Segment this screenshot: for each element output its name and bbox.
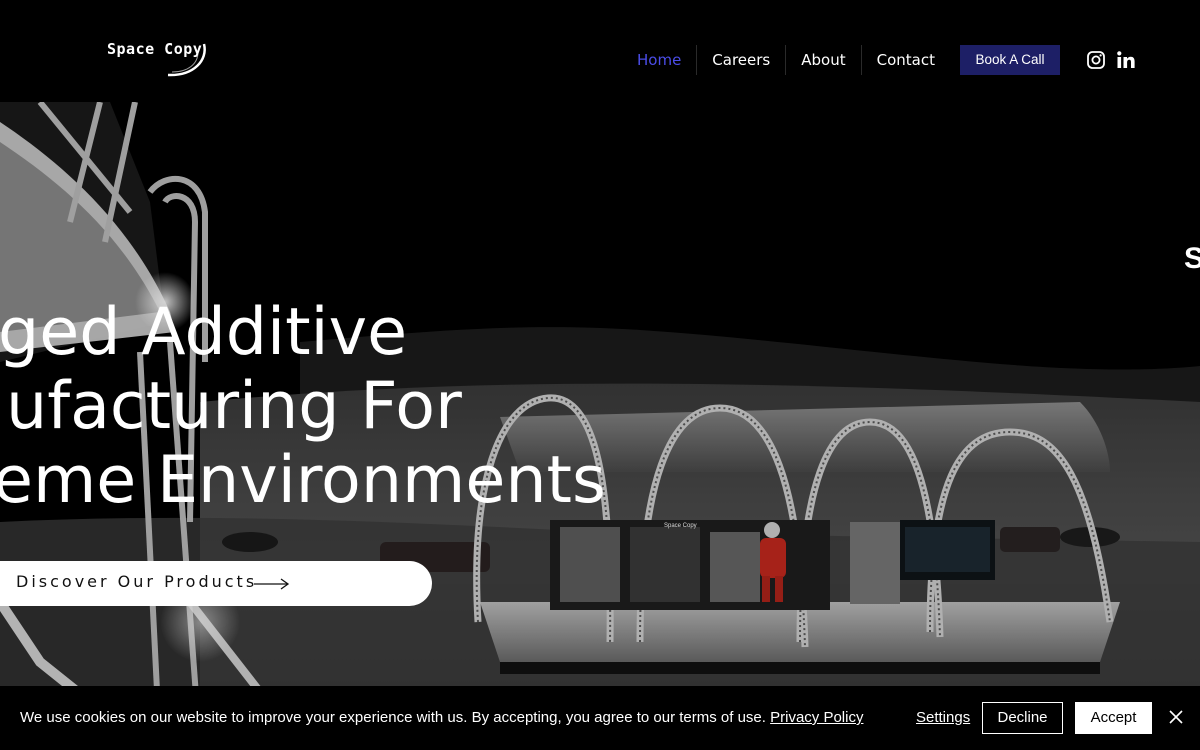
nav-item-about[interactable]: About: [786, 45, 862, 75]
hero-headline: ged Additive ufacturing For eme Environm…: [0, 296, 606, 518]
instagram-icon[interactable]: [1086, 50, 1106, 70]
cookie-message-text: We use cookies on our website to improve…: [20, 709, 766, 726]
accept-button[interactable]: Accept: [1075, 702, 1152, 734]
decline-button[interactable]: Decline: [982, 702, 1063, 734]
close-icon[interactable]: [1168, 709, 1184, 725]
cookie-banner: We use cookies on our website to improve…: [0, 686, 1200, 750]
cookie-message: We use cookies on our website to improve…: [20, 709, 863, 726]
nav-item-home[interactable]: Home: [622, 45, 698, 75]
side-letter: S: [1184, 242, 1200, 275]
nav-item-contact[interactable]: Contact: [862, 45, 950, 75]
headline-line: ged Additive: [0, 295, 408, 370]
arrow-right-icon: [254, 578, 290, 590]
headline-line: eme Environments: [0, 443, 606, 518]
discover-products-label: Discover Our Products: [16, 572, 258, 591]
discover-products-button[interactable]: Discover Our Products: [0, 561, 432, 606]
logo[interactable]: Space Copy: [106, 36, 216, 80]
book-a-call-button[interactable]: Book A Call: [960, 45, 1060, 75]
cookie-settings-link[interactable]: Settings: [916, 709, 970, 726]
main-nav: Home Careers About Contact: [622, 45, 950, 75]
privacy-policy-link[interactable]: Privacy Policy: [770, 709, 863, 726]
headline-line: ufacturing For: [6, 369, 462, 444]
nav-item-careers[interactable]: Careers: [697, 45, 787, 75]
logo-arc-icon: [167, 43, 206, 77]
linkedin-icon[interactable]: [1116, 50, 1136, 70]
site-header: Space Copy Home Careers About Contact Bo…: [0, 0, 1200, 102]
